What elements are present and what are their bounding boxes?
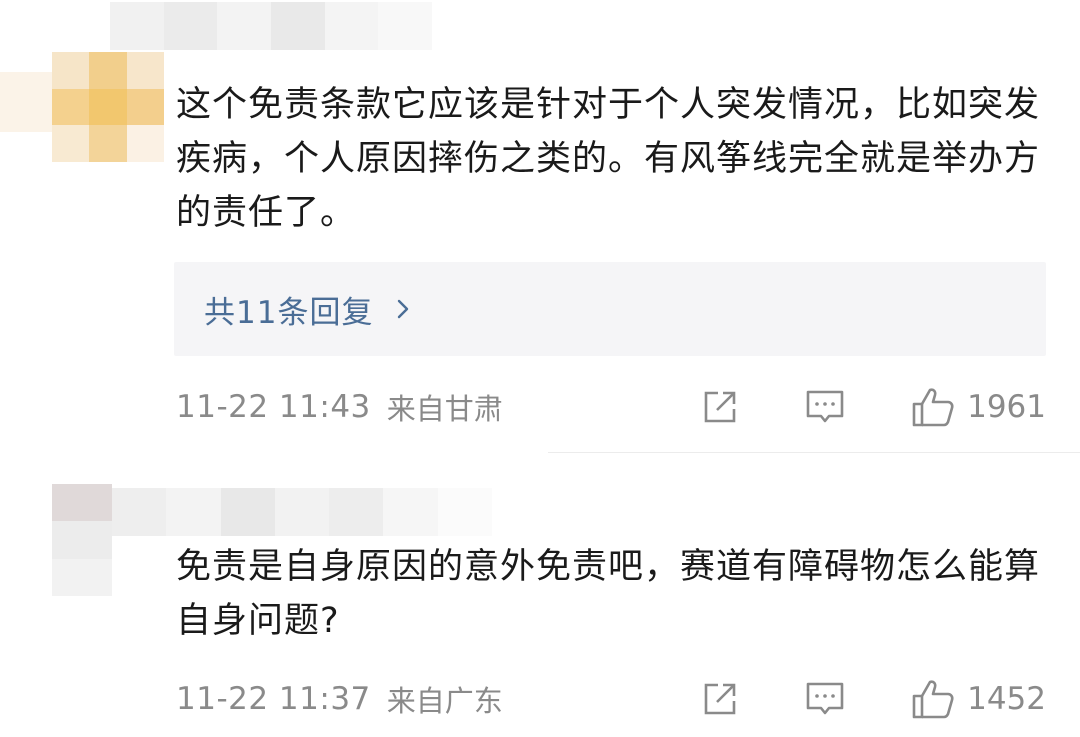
share-button[interactable] [701,388,739,426]
avatar-blur-edge [0,72,52,132]
location: 来自甘肃 [386,392,503,426]
timestamp: 11-22 11:37 [176,681,371,717]
thumbs-up-icon [912,680,954,719]
comment-divider [548,452,1080,453]
comment-text: 这个免责条款它应该是针对于个人突发情况，比如突发疾病，个人原因摔伤之类的。有风筝… [176,85,1041,233]
timestamp: 11-22 11:43 [176,389,371,425]
avatar[interactable] [52,52,164,162]
comment-button[interactable] [805,388,845,426]
avatar[interactable] [52,484,112,596]
replies-label: 共11条回复 [204,294,374,331]
comment-button[interactable] [805,680,845,718]
username[interactable] [110,2,433,50]
comment-icon [806,682,844,715]
comment-icon [806,390,844,423]
comment-meta: 11-22 11:37 来自广东 1452 [176,674,1046,724]
username[interactable] [112,488,492,536]
share-icon [704,391,736,423]
share-icon [704,683,736,715]
chevron-right-icon [398,299,409,319]
action-bar: 1961 [701,382,1046,432]
location: 来自广东 [386,684,503,718]
comment-item: 这个免责条款它应该是针对于个人突发情况，比如突发疾病，个人原因摔伤之类的。有风筝… [0,0,1080,452]
comment-meta: 11-22 11:43 来自甘肃 1961 [176,382,1046,432]
like-count: 1961 [967,389,1046,425]
like-button[interactable]: 1452 [911,678,1046,720]
like-button[interactable]: 1961 [911,386,1046,428]
comment-item: 免责是自身原因的意外免责吧，赛道有障碍物怎么能算自身问题? 11-22 11:3… [0,458,1080,737]
comment-text: 免责是自身原因的意外免责吧，赛道有障碍物怎么能算自身问题? [176,547,1041,641]
share-button[interactable] [701,680,739,718]
view-replies-button[interactable]: 共11条回复 [174,262,1046,356]
thumbs-up-icon [912,388,954,427]
action-bar: 1452 [701,674,1046,724]
like-count: 1452 [967,681,1046,717]
